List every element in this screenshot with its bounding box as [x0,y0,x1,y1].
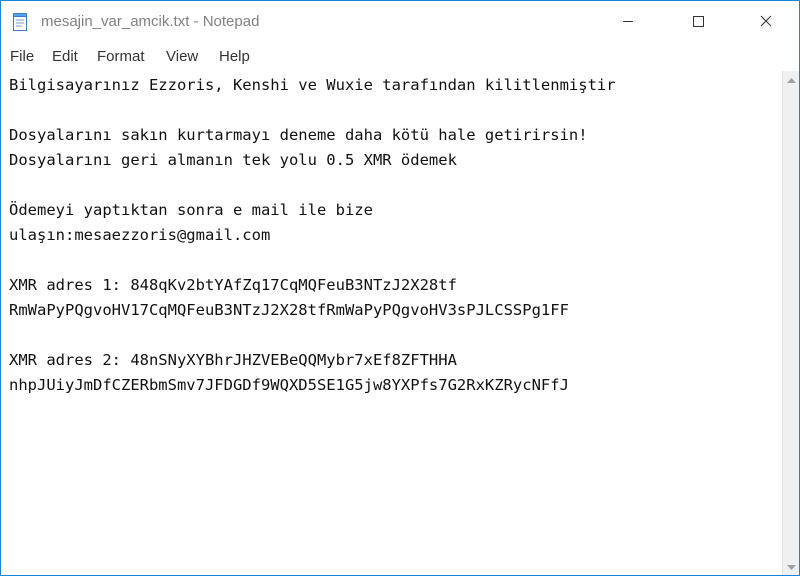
scroll-down-icon [787,558,796,576]
menu-file[interactable]: File [10,48,34,65]
menu-view[interactable]: View [166,48,198,65]
minimize-button[interactable] [605,1,651,45]
window-title: mesajin_var_amcik.txt - Notepad [41,13,260,30]
menu-format[interactable]: Format [97,48,145,65]
text-line: Dosyalarını geri almanın tek yolu 0.5 XM… [9,151,457,169]
title-bar[interactable]: mesajin_var_amcik.txt - Notepad [1,1,799,45]
menu-help[interactable]: Help [219,48,250,65]
vertical-scrollbar[interactable] [782,71,799,575]
menu-edit[interactable]: Edit [52,48,78,65]
scroll-up-button[interactable] [783,71,799,89]
text-line: ulaşın:mesaezzoris@gmail.com [9,226,271,244]
text-line: nhpJUiyJmDfCZERbmSmv7JFDGDf9WQXD5SE1G5jw… [9,376,569,394]
text-editor-area[interactable]: Bilgisayarınız Ezzoris, Kenshi ve Wuxie … [1,71,782,575]
scroll-up-icon [787,71,796,89]
notepad-icon [13,13,27,31]
text-line: Bilgisayarınız Ezzoris, Kenshi ve Wuxie … [9,76,616,94]
maximize-icon [692,14,704,32]
text-line: Dosyalarını sakın kurtarmayı deneme daha… [9,126,588,144]
text-line: RmWaPyPQgvoHV17CqMQFeuB3NTzJ2X28tfRmWaPy… [9,301,569,319]
menu-bar: File Edit Format View Help [1,45,799,71]
close-icon [760,14,772,32]
notepad-window: mesajin_var_amcik.txt - Notepad File Edi… [0,0,800,576]
close-button[interactable] [743,1,789,45]
scroll-down-button[interactable] [783,558,799,576]
minimize-icon [622,14,634,32]
text-line: XMR adres 2: 48nSNyXYBhrJHZVEBeQQMybr7xE… [9,351,457,369]
text-line: Ödemeyi yaptıktan sonra e mail ile bize [9,201,373,219]
text-line: XMR adres 1: 848qKv2btYAfZq17CqMQFeuB3NT… [9,276,457,294]
maximize-button[interactable] [675,1,721,45]
